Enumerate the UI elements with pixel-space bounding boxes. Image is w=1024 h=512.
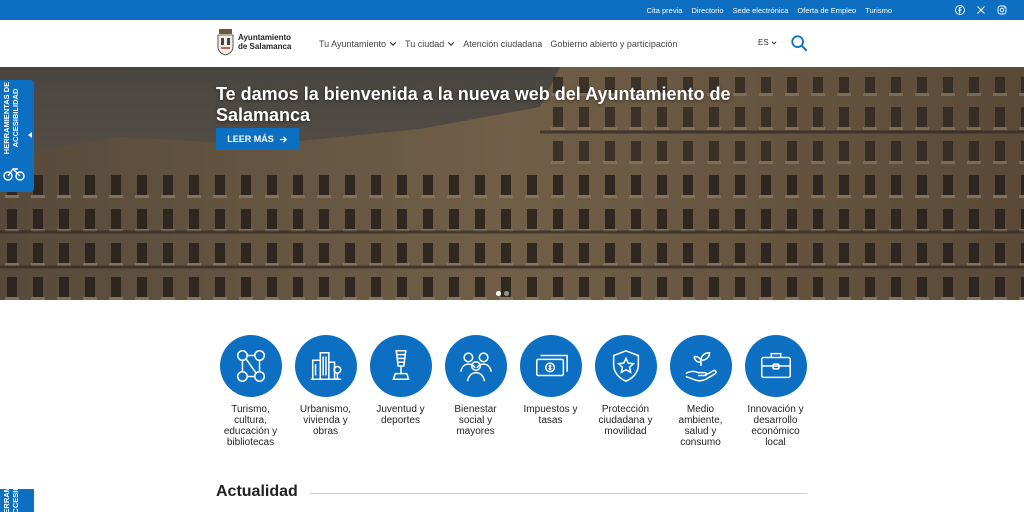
category-label: Innovación y desarrollo económico local bbox=[747, 404, 804, 448]
plant-hand-icon bbox=[684, 351, 717, 382]
utility-link-directorio[interactable]: Directorio bbox=[691, 6, 723, 15]
category-label: Turismo, cultura, educación y biblioteca… bbox=[223, 404, 278, 448]
category-label: Urbanismo, vivienda y obras bbox=[299, 404, 352, 437]
category-label: Protección ciudadana y movilidad bbox=[598, 404, 653, 437]
category-urbanismo[interactable]: Urbanismo, vivienda y obras bbox=[294, 335, 357, 448]
category-proteccion[interactable]: Protección ciudadana y movilidad bbox=[594, 335, 657, 448]
slider-dot-1[interactable] bbox=[496, 291, 501, 296]
divider bbox=[310, 493, 807, 494]
accessibility-tools-tab[interactable]: HERRAMIENTAS DE ACCESIBILIDAD bbox=[0, 80, 34, 192]
accessibility-tab-label: HERRAMIENTAS DE ACCESIBILIDAD bbox=[2, 81, 20, 155]
chevron-down-icon bbox=[771, 40, 777, 45]
nav-tu-ciudad[interactable]: Tu ciudad bbox=[405, 39, 455, 49]
read-more-button[interactable]: LEER MÁS bbox=[216, 128, 299, 150]
collapse-arrow-icon bbox=[28, 132, 32, 138]
utility-link-oferta-empleo[interactable]: Oferta de Empleo bbox=[797, 6, 856, 15]
x-icon[interactable] bbox=[975, 4, 987, 16]
chevron-down-icon bbox=[448, 41, 455, 46]
category-bienestar[interactable]: Bienestar social y mayores bbox=[444, 335, 507, 448]
slider-dot-2[interactable] bbox=[504, 291, 509, 296]
accessibility-tab-label: HERRAMIENTAS DE ACCESIBILIDAD bbox=[2, 489, 20, 512]
facebook-icon[interactable] bbox=[954, 4, 966, 16]
utility-link-cita-previa[interactable]: Cita previa bbox=[647, 6, 683, 15]
news-heading: Actualidad bbox=[216, 483, 298, 500]
chevron-down-icon bbox=[389, 41, 397, 46]
utility-links: Cita previa Directorio Sede electrónica … bbox=[647, 0, 892, 20]
category-label: Juventud y deportes bbox=[376, 404, 425, 426]
category-juventud[interactable]: Juventud y deportes bbox=[369, 335, 432, 448]
nav-tu-ayuntamiento[interactable]: Tu Ayuntamiento bbox=[319, 39, 397, 49]
category-label: Medio ambiente, salud y consumo bbox=[678, 404, 723, 448]
nav-atencion-ciudadana[interactable]: Atención ciudadana bbox=[463, 39, 542, 49]
money-icon bbox=[535, 354, 568, 377]
crest-icon bbox=[217, 29, 234, 56]
category-label: Bienestar social y mayores bbox=[454, 404, 497, 437]
site-logo[interactable]: Ayuntamiento de Salamanca bbox=[217, 28, 292, 56]
language-selector[interactable]: ES bbox=[758, 38, 777, 47]
trophy-icon bbox=[391, 350, 410, 381]
social-links bbox=[954, 4, 1008, 16]
culture-icon bbox=[236, 350, 265, 382]
main-nav: Tu Ayuntamiento Tu ciudad Atención ciuda… bbox=[319, 20, 677, 67]
category-grid: Turismo, cultura, educación y biblioteca… bbox=[219, 335, 807, 448]
shield-star-icon bbox=[612, 349, 639, 383]
news-section-header: Actualidad bbox=[216, 483, 807, 501]
category-innovacion[interactable]: Innovación y desarrollo económico local bbox=[744, 335, 807, 448]
city-icon bbox=[310, 351, 341, 381]
category-label: Impuestos y tasas bbox=[523, 404, 578, 426]
instagram-icon[interactable] bbox=[996, 4, 1008, 16]
logo-text: Ayuntamiento de Salamanca bbox=[238, 33, 292, 51]
nav-gobierno-abierto[interactable]: Gobierno abierto y participación bbox=[550, 39, 677, 49]
utility-link-turismo[interactable]: Turismo bbox=[865, 6, 892, 15]
category-turismo[interactable]: Turismo, cultura, educación y biblioteca… bbox=[219, 335, 282, 448]
briefcase-icon bbox=[760, 352, 791, 379]
accessibility-tools-tab-secondary[interactable]: HERRAMIENTAS DE ACCESIBILIDAD bbox=[0, 489, 34, 512]
search-icon[interactable] bbox=[790, 34, 808, 52]
top-utility-bar: Cita previa Directorio Sede electrónica … bbox=[0, 0, 1024, 20]
slider-dots bbox=[496, 291, 509, 296]
category-medio-ambiente[interactable]: Medio ambiente, salud y consumo bbox=[669, 335, 732, 448]
category-impuestos[interactable]: Impuestos y tasas bbox=[519, 335, 582, 448]
people-icon bbox=[459, 352, 492, 382]
utility-link-sede-electronica[interactable]: Sede electrónica bbox=[733, 6, 789, 15]
accessibility-icon bbox=[3, 167, 25, 181]
arrow-right-icon bbox=[279, 135, 287, 143]
main-header: Ayuntamiento de Salamanca Tu Ayuntamient… bbox=[0, 20, 1024, 67]
hero-title: Te damos la bienvenida a la nueva web de… bbox=[216, 84, 731, 125]
